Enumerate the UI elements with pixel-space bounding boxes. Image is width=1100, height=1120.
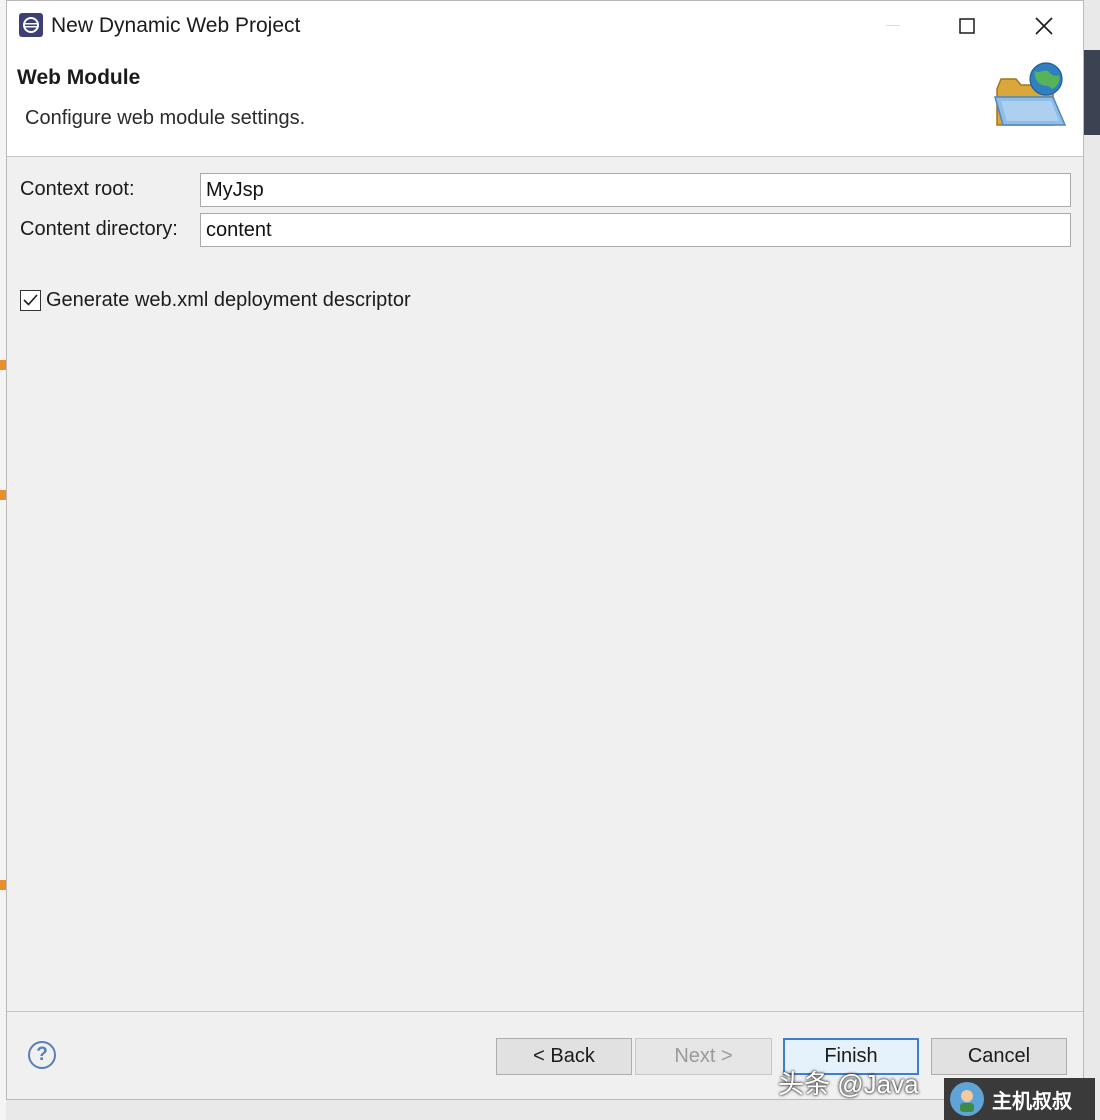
- maximize-icon: [959, 18, 975, 34]
- minimize-icon: [886, 25, 900, 26]
- checkmark-icon: [23, 294, 38, 306]
- minimize-button[interactable]: [865, 1, 921, 51]
- page-description: Configure web module settings.: [25, 107, 306, 129]
- watermark-badge-text: 主机叔叔: [992, 1088, 1072, 1113]
- close-button[interactable]: [1016, 1, 1072, 51]
- context-root-input[interactable]: [200, 173, 1071, 207]
- next-button[interactable]: Next >: [635, 1038, 772, 1075]
- help-icon: ?: [36, 1044, 48, 1065]
- content-directory-label: Content directory:: [20, 218, 178, 240]
- window-title: New Dynamic Web Project: [51, 14, 301, 37]
- page-title: Web Module: [17, 66, 141, 89]
- cancel-button[interactable]: Cancel: [931, 1038, 1067, 1075]
- web-folder-globe-icon: [991, 59, 1073, 131]
- content-directory-input[interactable]: [200, 213, 1071, 247]
- title-bar: New Dynamic Web Project: [7, 1, 1083, 51]
- background-ide-panel: [1082, 50, 1100, 135]
- new-project-dialog: New Dynamic Web Project Web Module Confi…: [6, 0, 1084, 1100]
- maximize-button[interactable]: [939, 1, 995, 51]
- eclipse-icon: [18, 12, 44, 38]
- wizard-header: Web Module Configure web module settings…: [7, 51, 1083, 157]
- help-button[interactable]: ?: [28, 1041, 56, 1069]
- content-directory-row: Content directory:: [7, 213, 1083, 249]
- generate-web-xml-label: Generate web.xml deployment descriptor: [46, 288, 411, 311]
- context-root-row: Context root:: [7, 173, 1083, 209]
- close-icon: [1035, 17, 1053, 35]
- watermark-text: 头条 @Java: [778, 1069, 919, 1099]
- generate-web-xml-option[interactable]: Generate web.xml deployment descriptor: [20, 287, 411, 313]
- footer-divider: [7, 1011, 1083, 1012]
- generate-web-xml-checkbox[interactable]: [20, 289, 41, 311]
- back-button[interactable]: < Back: [496, 1038, 632, 1075]
- avatar: [950, 1082, 984, 1116]
- context-root-label: Context root:: [20, 178, 135, 200]
- watermark-badge: 主机叔叔: [944, 1078, 1095, 1120]
